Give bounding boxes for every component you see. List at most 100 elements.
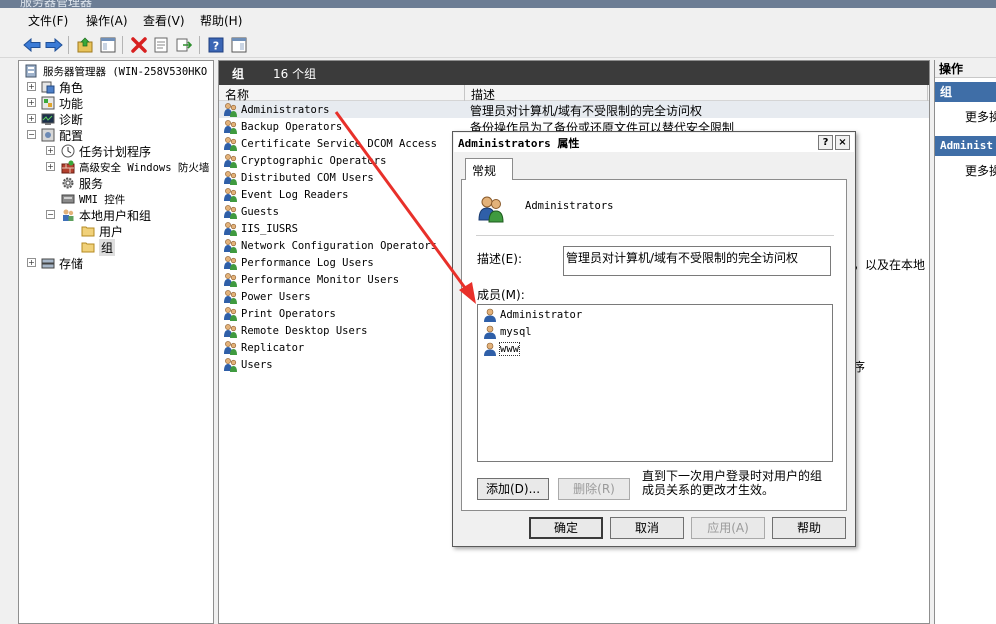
menu-file[interactable]: 文件(F) [28, 12, 68, 29]
group-row[interactable]: Performance Log Users [223, 254, 374, 271]
group-description: 管理员对计算机/域有不受限制的完全访问权 [470, 104, 703, 118]
group-row[interactable]: Event Log Readers [223, 186, 348, 203]
group-name: Performance Monitor Users [241, 273, 400, 286]
description-input[interactable]: 管理员对计算机/域有不受限制的完全访问权 [563, 246, 831, 276]
group-name: Users [241, 358, 273, 371]
tree-item-firewall[interactable]: 高级安全 Windows 防火墙 [61, 159, 209, 175]
group-row[interactable]: Certificate Service DCOM Access [223, 135, 437, 152]
groups-count: 16 个组 [273, 67, 317, 81]
help-icon[interactable]: ? [206, 35, 226, 55]
add-member-button[interactable]: 添加(D)... [477, 478, 549, 500]
collapse-local-users-icon[interactable]: − [46, 210, 55, 219]
ok-button[interactable]: 确定 [529, 517, 603, 539]
export-icon[interactable] [174, 35, 194, 55]
member-item[interactable]: www [483, 341, 520, 357]
tree-item-groups[interactable]: 组 [81, 238, 116, 256]
view-icon[interactable] [229, 35, 249, 55]
forward-icon[interactable] [44, 35, 64, 55]
actions-section-administrators[interactable]: Administ [935, 136, 996, 156]
general-tab-panel: Administrators 描述(E): 管理员对计算机/域有不受限制的完全访… [461, 179, 847, 511]
group-row[interactable]: Guests [223, 203, 279, 220]
group-row[interactable]: Administrators [223, 101, 330, 118]
tree-item-diagnostics[interactable]: 诊断 [41, 111, 83, 127]
group-icon [224, 120, 237, 134]
window-titlebar: 服务器管理器 [0, 0, 996, 8]
user-icon [484, 325, 496, 339]
group-icon [224, 103, 237, 117]
cancel-button[interactable]: 取消 [610, 517, 684, 539]
members-list[interactable]: Administrator mysql www [477, 304, 833, 462]
group-icon [224, 256, 237, 270]
expand-firewall-icon[interactable]: + [46, 162, 55, 171]
tree-root-server-manager[interactable]: 服务器管理器 (WIN-258V530HKO [25, 63, 207, 79]
menu-help[interactable]: 帮助(H) [200, 12, 242, 29]
group-icon [224, 341, 237, 355]
group-row[interactable]: Cryptographic Operators [223, 152, 386, 169]
group-row[interactable]: Print Operators [223, 305, 336, 322]
member-item[interactable]: mysql [483, 324, 532, 340]
back-icon[interactable] [22, 35, 42, 55]
apply-button[interactable]: 应用(A) [691, 517, 765, 539]
tree-item-features[interactable]: 功能 [41, 95, 83, 111]
group-row[interactable]: Performance Monitor Users [223, 271, 399, 288]
more-actions-link[interactable]: 更多操 [965, 162, 996, 179]
more-actions-link[interactable]: 更多操 [965, 108, 996, 125]
group-icon [224, 188, 237, 202]
delete-icon[interactable] [129, 35, 149, 55]
expand-task-scheduler-icon[interactable]: + [46, 146, 55, 155]
menu-view[interactable]: 查看(V) [143, 12, 185, 29]
group-row[interactable]: Network Configuration Operators [223, 237, 437, 254]
group-row[interactable]: Users [223, 356, 273, 373]
help-icon[interactable]: ? [818, 135, 833, 150]
menu-bar: 文件(F) 操作(A) 查看(V) 帮助(H) [0, 8, 996, 32]
tree-item-storage[interactable]: 存储 [41, 255, 83, 271]
tree-item-label: 用户 [99, 224, 124, 239]
group-row[interactable]: Power Users [223, 288, 311, 305]
menu-action[interactable]: 操作(A) [86, 12, 128, 29]
tree-item-services[interactable]: 服务 [61, 175, 103, 191]
tab-general[interactable]: 常规 [465, 158, 513, 180]
member-item[interactable]: Administrator [483, 307, 582, 323]
group-icon [224, 324, 237, 338]
features-icon [41, 96, 55, 110]
show-tree-icon[interactable] [98, 35, 118, 55]
clock-icon [61, 144, 75, 158]
tree-item-users[interactable]: 用户 [81, 223, 123, 239]
group-name: Power Users [241, 290, 311, 303]
help-button[interactable]: 帮助 [772, 517, 846, 539]
dialog-title: Administrators 属性 [458, 137, 580, 150]
group-row[interactable]: Remote Desktop Users [223, 322, 367, 339]
group-icon [224, 154, 237, 168]
navigation-tree[interactable]: 服务器管理器 (WIN-258V530HKO + 角色 + 功能 + 诊断 − … [18, 60, 214, 624]
close-icon[interactable]: × [835, 135, 850, 150]
tree-item-configuration[interactable]: 配置 [41, 127, 83, 143]
up-folder-icon[interactable] [75, 35, 95, 55]
group-row[interactable]: Replicator [223, 339, 304, 356]
tree-item-wmi-control[interactable]: WMI 控件 [61, 191, 125, 207]
group-row[interactable]: Backup Operators [223, 118, 342, 135]
properties-icon[interactable] [151, 35, 171, 55]
folder-icon [81, 242, 95, 253]
group-row[interactable]: Distributed COM Users [223, 169, 374, 186]
group-name: Distributed COM Users [241, 171, 374, 184]
description-label: 描述(E): [477, 252, 522, 266]
expand-roles-icon[interactable]: + [27, 82, 36, 91]
tree-item-local-users-groups[interactable]: 本地用户和组 [61, 207, 151, 223]
tree-item-task-scheduler[interactable]: 任务计划程序 [61, 143, 151, 159]
group-name: Guests [241, 205, 279, 218]
group-icon [224, 205, 237, 219]
collapse-configuration-icon[interactable]: − [27, 130, 36, 139]
tree-item-roles[interactable]: 角色 [41, 79, 83, 95]
groups-header: 组 16 个组 [219, 61, 929, 85]
tree-item-label: 存储 [59, 256, 84, 271]
group-row[interactable]: IIS_IUSRS [223, 220, 298, 237]
group-icon [224, 137, 237, 151]
actions-section-groups[interactable]: 组 [935, 82, 996, 102]
expand-storage-icon[interactable]: + [27, 258, 36, 267]
remove-member-button[interactable]: 删除(R) [558, 478, 630, 500]
expand-diagnostics-icon[interactable]: + [27, 114, 36, 123]
group-name: Administrators [241, 103, 330, 116]
expand-features-icon[interactable]: + [27, 98, 36, 107]
users-groups-icon [63, 209, 74, 221]
member-name: mysql [500, 326, 532, 338]
